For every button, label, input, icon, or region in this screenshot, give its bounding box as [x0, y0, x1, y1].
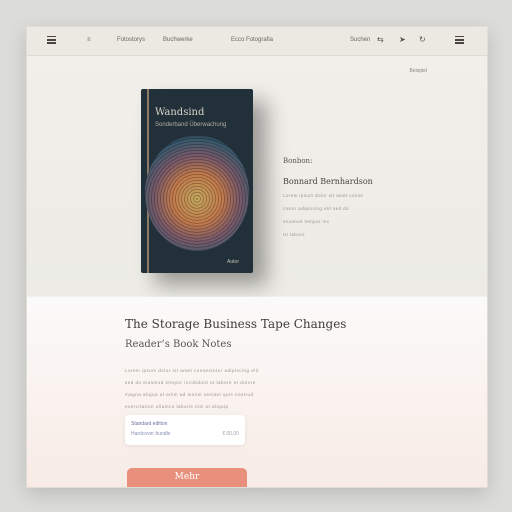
- edition-detail: Hardcover bundle: [131, 431, 171, 437]
- nav-item-4[interactable]: Ecco Fotografia: [231, 37, 273, 43]
- info-kicker: Bonbon:: [283, 157, 313, 165]
- book-cover[interactable]: Wandsind Sonderband Überwachung Autor: [141, 89, 253, 273]
- section-subtitle: Reader’s Book Notes: [125, 339, 232, 350]
- info-line: ctetur adipiscing elit sed do: [283, 206, 349, 211]
- book-details-section: The Storage Business Tape Changes Reader…: [27, 297, 487, 487]
- top-navigation-bar: ≡ Fotostorys Buchwerke Ecco Fotografia S…: [27, 27, 487, 56]
- book-subtitle: Sonderband Überwachung: [155, 122, 227, 128]
- menu-icon[interactable]: [455, 36, 464, 44]
- book-author: Autor: [227, 259, 239, 265]
- description-line: magna aliqua ut enim ad minim veniam qui…: [125, 392, 254, 397]
- edition-name: Standard edition: [131, 421, 168, 427]
- description-line: Lorem ipsum dolor sit amet consectetur a…: [125, 368, 260, 373]
- search-link[interactable]: Suchen: [350, 37, 370, 43]
- info-line: Ut labore: [283, 232, 305, 237]
- description: Lorem ipsum dolor sit amet consectetur a…: [125, 365, 285, 413]
- description-line: exercitation ullamco laboris nisi ut ali…: [125, 404, 229, 409]
- info-name: Bonnard Bernhardson: [283, 177, 373, 186]
- nav-item-1[interactable]: ≡: [87, 37, 91, 43]
- edition-price: € 00,00: [222, 431, 239, 437]
- book-title: Wandsind: [155, 107, 205, 118]
- browser-window: ≡ Fotostorys Buchwerke Ecco Fotografia S…: [26, 26, 488, 488]
- more-button[interactable]: Mehr: [127, 468, 247, 487]
- info-line: Lorem ipsum dolor sit amet conse: [283, 193, 364, 198]
- info-line: eiusmod tempor inc: [283, 219, 330, 224]
- description-line: sed do eiusmod tempor incididunt ut labo…: [125, 380, 256, 385]
- edition-card[interactable]: Standard edition Hardcover bundle € 00,0…: [125, 415, 245, 445]
- book-cover-art: [145, 135, 249, 251]
- share-icon[interactable]: ⇆: [377, 35, 384, 44]
- refresh-icon[interactable]: ↻: [419, 35, 426, 44]
- nav-item-3[interactable]: Buchwerke: [163, 37, 193, 43]
- book-info: Bonbon: Bonnard Bernhardson Lorem ipsum …: [283, 157, 423, 238]
- hero-corner-text: Beispiel: [409, 68, 427, 74]
- section-title: The Storage Business Tape Changes: [125, 317, 347, 331]
- nav-item-2[interactable]: Fotostorys: [117, 37, 145, 43]
- send-icon[interactable]: ➤: [399, 35, 406, 44]
- hamburger-icon[interactable]: [47, 36, 56, 44]
